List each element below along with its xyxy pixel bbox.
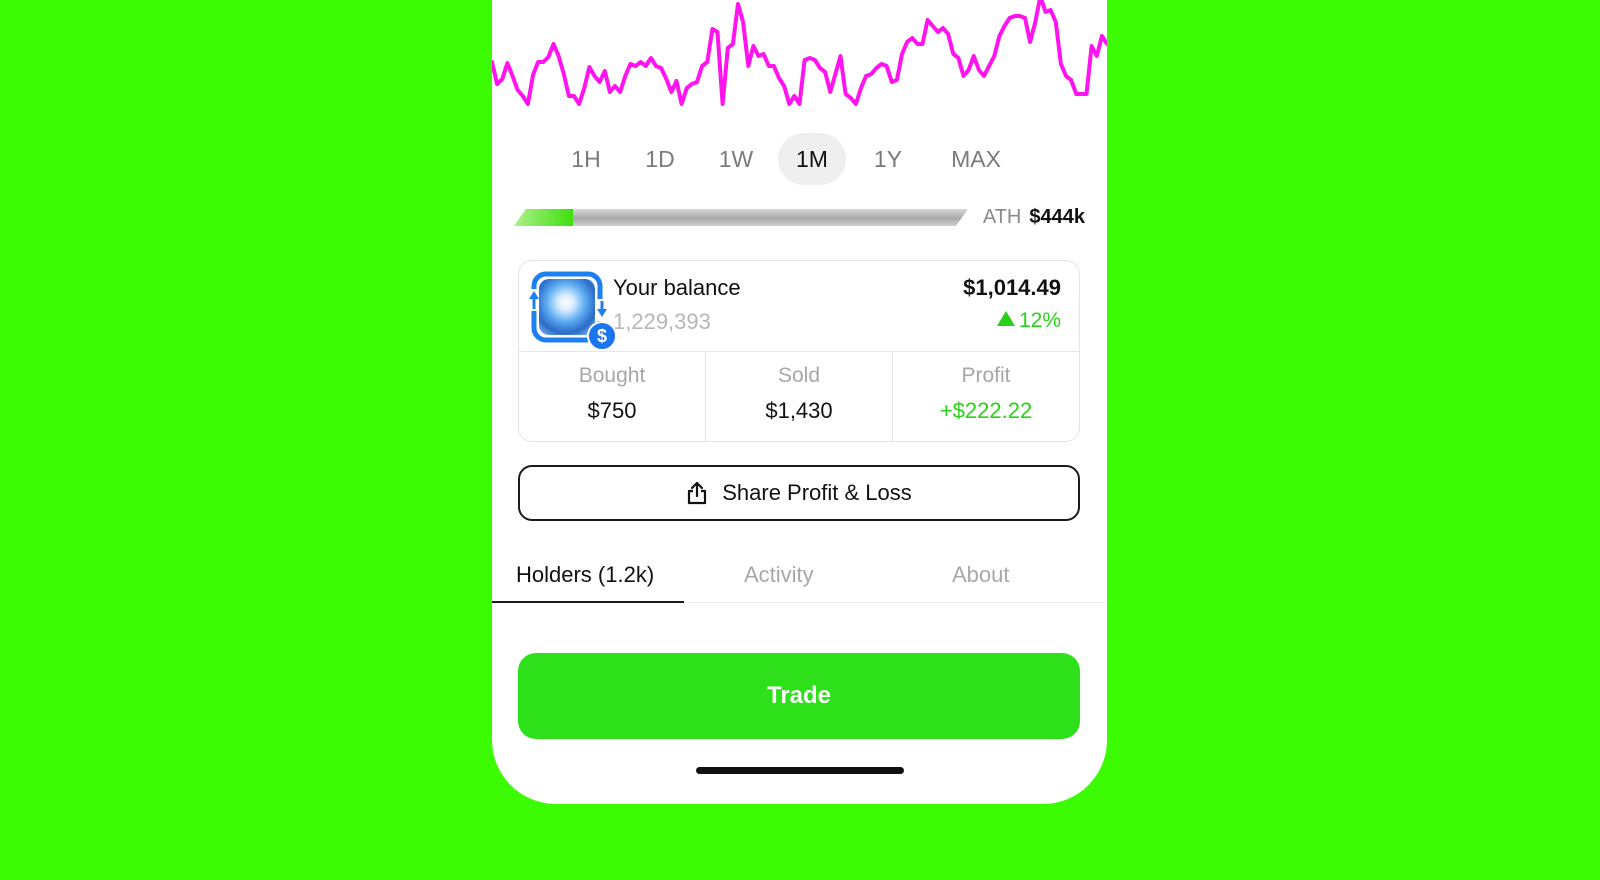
timeframe-1w[interactable]: 1W	[704, 133, 768, 185]
timeframe-1h[interactable]: 1H	[558, 133, 614, 185]
share-icon	[686, 481, 708, 505]
up-arrow-icon	[996, 311, 1015, 326]
ath-value: $444k	[1029, 206, 1085, 228]
ath-key: ATH	[982, 206, 1022, 228]
stat-label: Profit	[961, 364, 1011, 387]
timeframe-1y[interactable]: 1Y	[860, 133, 916, 185]
stat-label: Bought	[578, 364, 646, 387]
stat-label: Sold	[777, 364, 821, 387]
timeframe-max[interactable]: MAX	[940, 133, 1012, 185]
price-line	[492, 0, 1107, 106]
price-chart-svg	[492, 0, 1107, 106]
ath-progress: ATH $444k	[514, 206, 1085, 230]
stat-value: +$222.22	[939, 398, 1033, 423]
stat-sold: Sold $1,430	[706, 352, 893, 441]
balance-title: Your balance	[613, 275, 741, 300]
phone-screen: 1H 1D 1W 1M 1Y MAX ATH $444k $ Your bala…	[492, 0, 1107, 804]
stat-profit: Profit +$222.22	[893, 352, 1079, 441]
tab-about[interactable]: About	[952, 550, 1010, 602]
stats-row: Bought $750 Sold $1,430 Profit +$222.22	[519, 351, 1079, 441]
timeframe-selector: 1H 1D 1W 1M 1Y MAX	[492, 133, 1107, 185]
stat-value: $750	[587, 398, 637, 423]
tab-holders[interactable]: Holders (1.2k)	[516, 550, 654, 602]
trade-button[interactable]: Trade	[518, 653, 1080, 739]
balance-card: $ Your balance 1,229,393 $1,014.49 12% B…	[518, 260, 1080, 442]
timeframe-1m[interactable]: 1M	[778, 133, 846, 185]
tab-bar: Holders (1.2k) Activity About	[492, 550, 1107, 603]
stat-value: $1,430	[765, 398, 833, 423]
price-chart[interactable]	[492, 0, 1107, 120]
balance-value: $1,014.49	[963, 275, 1061, 300]
ath-progress-bar	[514, 209, 968, 226]
tab-activity[interactable]: Activity	[744, 550, 814, 602]
active-tab-indicator	[492, 601, 684, 603]
token-avatar: $	[529, 269, 617, 351]
ath-label: ATH $444k	[983, 206, 1085, 229]
share-pnl-label: Share Profit & Loss	[722, 480, 912, 505]
balance-change-value: 12%	[1018, 309, 1061, 332]
share-pnl-button[interactable]: Share Profit & Loss	[518, 465, 1080, 521]
balance-change: 12%	[996, 309, 1061, 333]
timeframe-1d[interactable]: 1D	[632, 133, 688, 185]
token-amount: 1,229,393	[613, 309, 711, 334]
ath-progress-fill	[514, 209, 573, 226]
home-indicator	[696, 767, 904, 774]
stat-bought: Bought $750	[519, 352, 706, 441]
